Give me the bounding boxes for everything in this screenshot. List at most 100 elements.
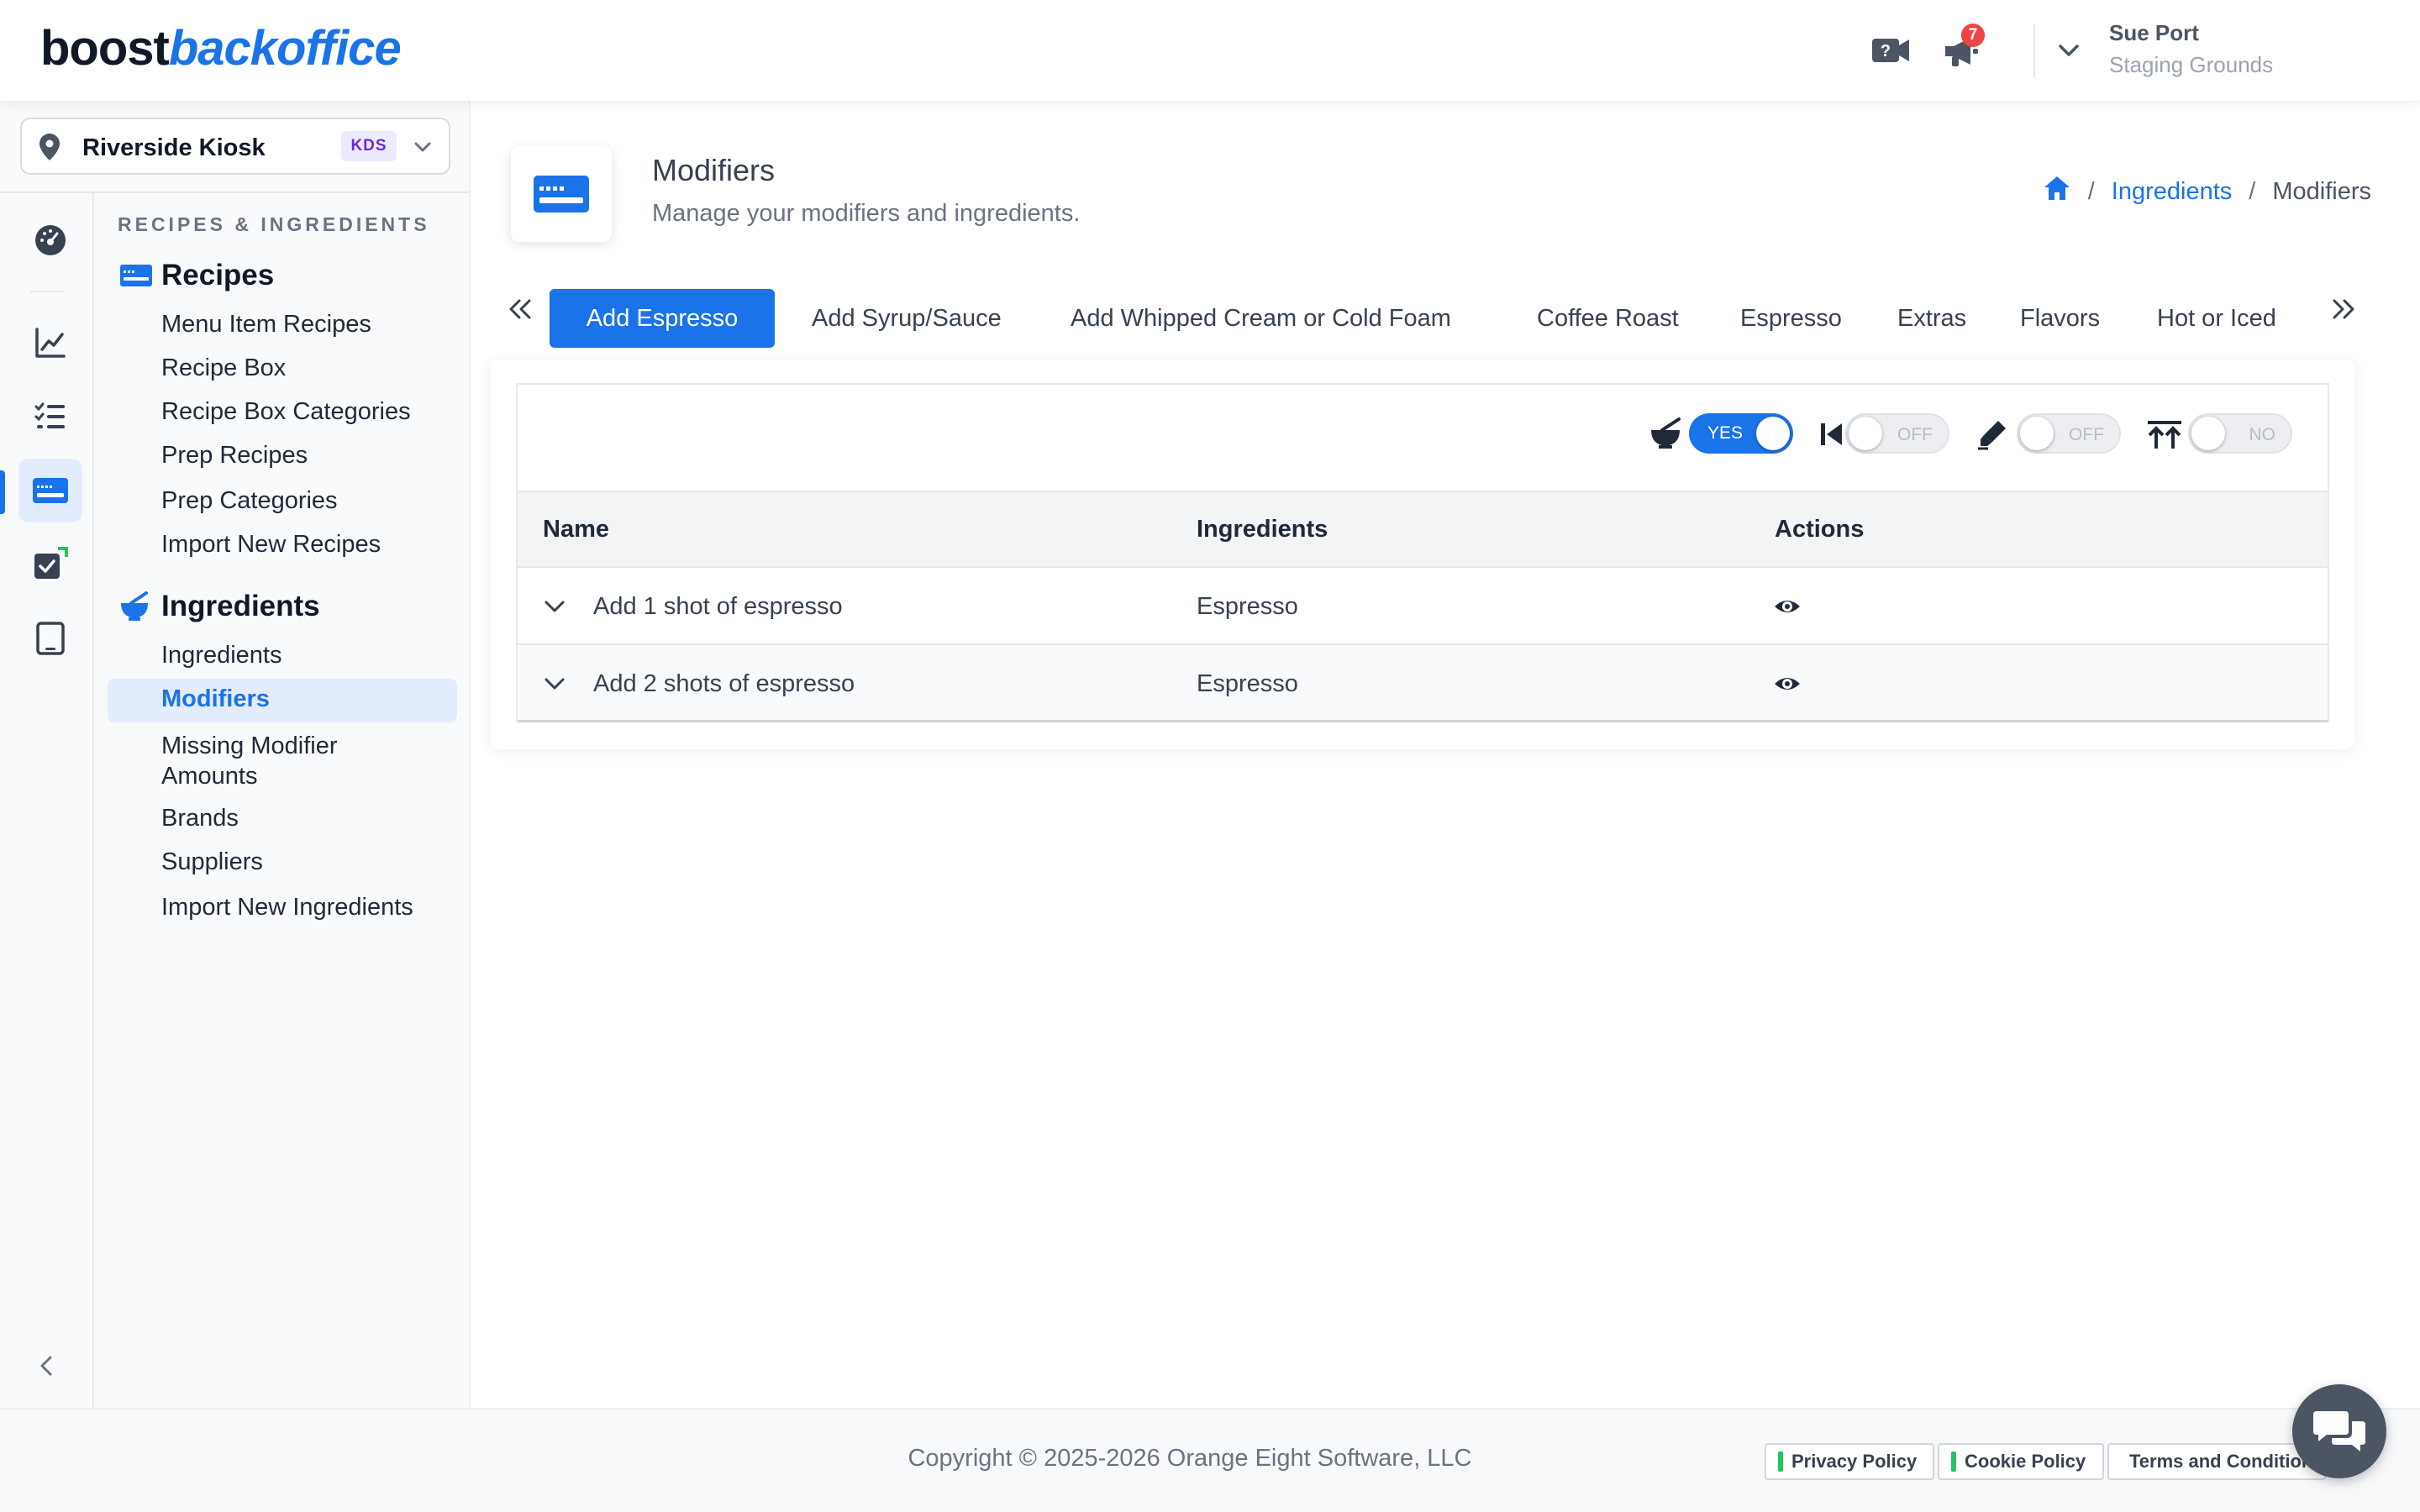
user-name[interactable]: Sue Port <box>2109 20 2199 46</box>
filter-toggle-3-label: OFF <box>2069 425 2104 444</box>
tab-flavors[interactable]: Flavors <box>2020 289 2100 348</box>
rail-tablet-device-icon[interactable] <box>18 606 82 670</box>
expand-row-chevron-down-icon[interactable] <box>541 593 568 624</box>
nav-import-new-ingredients[interactable]: Import New Ingredients <box>161 894 413 921</box>
highlighter-filter-icon <box>1976 418 2008 454</box>
nav-import-new-recipes[interactable]: Import New Recipes <box>161 531 381 559</box>
home-icon[interactable] <box>2043 175 2071 208</box>
filter-toggle-2-label: OFF <box>1897 425 1933 444</box>
column-header-actions: Actions <box>1775 516 1865 543</box>
table-row[interactable]: Add 1 shot of espresso Espresso <box>518 568 2328 645</box>
rail-dashboard-gauge-icon[interactable] <box>18 208 82 272</box>
ingredients-group-title[interactable]: Ingredients <box>161 590 320 623</box>
view-eye-icon[interactable] <box>1773 670 1802 701</box>
user-organization: Staging Grounds <box>2109 52 2274 77</box>
nav-brands[interactable]: Brands <box>161 805 239 832</box>
sidebar-divider <box>0 192 471 193</box>
svg-text:?: ? <box>1881 42 1891 60</box>
rail-analytics-chart-icon[interactable] <box>18 311 82 375</box>
tabs-next-double-chevron-icon[interactable] <box>2328 294 2360 334</box>
tab-espresso[interactable]: Espresso <box>1740 289 1842 348</box>
collapse-sidebar-chevron-left-icon[interactable] <box>34 1352 60 1383</box>
page-subtitle: Manage your modifiers and ingredients. <box>652 200 1081 227</box>
nav-prep-categories[interactable]: Prep Categories <box>161 487 338 515</box>
filter-toggle-4[interactable]: NO <box>2188 413 2292 454</box>
table-header: Name Ingredients Actions <box>518 491 2328 568</box>
expand-row-chevron-down-icon[interactable] <box>541 670 568 701</box>
nav-ingredients[interactable]: Ingredients <box>161 642 282 669</box>
recipes-group-title[interactable]: Recipes <box>161 259 274 292</box>
user-menu-chevron-down-icon[interactable] <box>2055 37 2082 68</box>
filter-toggle-4-label: NO <box>2249 425 2276 444</box>
rail-checklist-icon[interactable] <box>18 385 82 449</box>
row-ingredients: Espresso <box>1197 593 1298 620</box>
filter-toggle-2[interactable]: OFF <box>1845 413 1949 454</box>
modifier-card-icon <box>534 176 589 213</box>
rail-recipes-card-icon[interactable] <box>18 459 82 522</box>
rail-active-indicator <box>0 470 5 514</box>
breadcrumb-current: Modifiers <box>2272 177 2371 205</box>
location-chevron-down-icon[interactable] <box>412 136 434 162</box>
row-ingredients: Espresso <box>1197 670 1298 697</box>
nav-modifiers[interactable]: Modifiers <box>161 685 270 713</box>
tab-add-espresso[interactable]: Add Espresso <box>550 289 775 348</box>
location-select[interactable]: Riverside Kiosk KDS <box>20 118 450 175</box>
map-pin-icon <box>39 133 60 165</box>
toggle-knob <box>1756 417 1790 450</box>
page-icon-card <box>511 146 612 242</box>
rail-separator <box>30 291 64 292</box>
tab-add-syrup-sauce[interactable]: Add Syrup/Sauce <box>812 289 1002 348</box>
toggle-knob <box>2020 417 2054 450</box>
cookie-policy-link[interactable]: Cookie Policy <box>1938 1443 2104 1480</box>
nav-active-highlight <box>108 679 457 722</box>
footer: Copyright © 2025-2026 Orange Eight Softw… <box>0 1408 2420 1512</box>
row-name: Add 1 shot of espresso <box>593 593 843 620</box>
kds-badge: KDS <box>341 131 397 161</box>
toggle-knob <box>2191 417 2225 450</box>
filter-toggle-1[interactable]: YES <box>1689 413 1793 454</box>
rail-divider <box>92 193 94 1408</box>
filter-toggle-3[interactable]: OFF <box>2017 413 2121 454</box>
policy-marker <box>1778 1452 1783 1472</box>
nav-menu-item-recipes[interactable]: Menu Item Recipes <box>161 311 371 339</box>
mortar-pestle-filter-icon <box>1649 417 1682 454</box>
breadcrumb-separator: / <box>2249 177 2256 205</box>
arrow-up-to-line-filter-icon <box>2146 418 2183 454</box>
nav-suppliers[interactable]: Suppliers <box>161 848 263 876</box>
row-name: Add 2 shots of espresso <box>593 670 855 697</box>
top-header: boostbackoffice ? 7 Sue Port Staging Gro… <box>0 0 2420 101</box>
sidebar-section-label: RECIPES & INGREDIENTS <box>118 213 430 235</box>
table-row[interactable]: Add 2 shots of espresso Espresso <box>518 645 2328 722</box>
column-header-name[interactable]: Name <box>543 516 609 543</box>
rail-tasks-checkbox-icon[interactable] <box>18 533 82 596</box>
boost-backoffice-logo[interactable]: boostbackoffice <box>40 18 402 79</box>
filter-toggle-1-label: YES <box>1707 423 1744 443</box>
nav-recipe-box-categories[interactable]: Recipe Box Categories <box>161 398 411 426</box>
video-help-icon[interactable]: ? <box>1867 27 1914 74</box>
skip-back-filter-icon <box>1818 420 1845 453</box>
chat-bubbles-icon[interactable] <box>2292 1384 2386 1478</box>
toggle-knob <box>1849 417 1882 450</box>
mortar-pestle-icon <box>119 591 150 626</box>
column-header-ingredients[interactable]: Ingredients <box>1197 516 1328 543</box>
tabs-prev-double-chevron-icon[interactable] <box>504 294 536 334</box>
recipes-card-icon <box>119 264 153 291</box>
breadcrumb-separator: / <box>2087 177 2095 205</box>
tab-coffee-roast[interactable]: Coffee Roast <box>1537 289 1679 348</box>
location-name: Riverside Kiosk <box>82 134 266 161</box>
view-eye-icon[interactable] <box>1773 593 1802 624</box>
nav-recipe-box[interactable]: Recipe Box <box>161 354 286 382</box>
nav-missing-modifier-amounts[interactable]: Missing Modifier Amounts <box>161 731 380 791</box>
tab-hot-or-iced[interactable]: Hot or Iced <box>2157 289 2276 348</box>
nav-prep-recipes[interactable]: Prep Recipes <box>161 442 308 470</box>
tab-add-whipped-cream[interactable]: Add Whipped Cream or Cold Foam <box>1071 289 1451 348</box>
page-title: Modifiers <box>652 153 776 187</box>
tab-extras[interactable]: Extras <box>1897 289 1966 348</box>
notification-count-badge: 7 <box>1961 24 1985 47</box>
policy-marker <box>1951 1452 1956 1472</box>
breadcrumb-ingredients-link[interactable]: Ingredients <box>2112 178 2233 206</box>
privacy-policy-link[interactable]: Privacy Policy <box>1765 1443 1934 1480</box>
breadcrumb: / Ingredients / Modifiers <box>2043 175 2371 208</box>
terms-and-conditions-link[interactable]: Terms and Conditions <box>2107 1443 2326 1480</box>
header-divider <box>2033 24 2035 77</box>
